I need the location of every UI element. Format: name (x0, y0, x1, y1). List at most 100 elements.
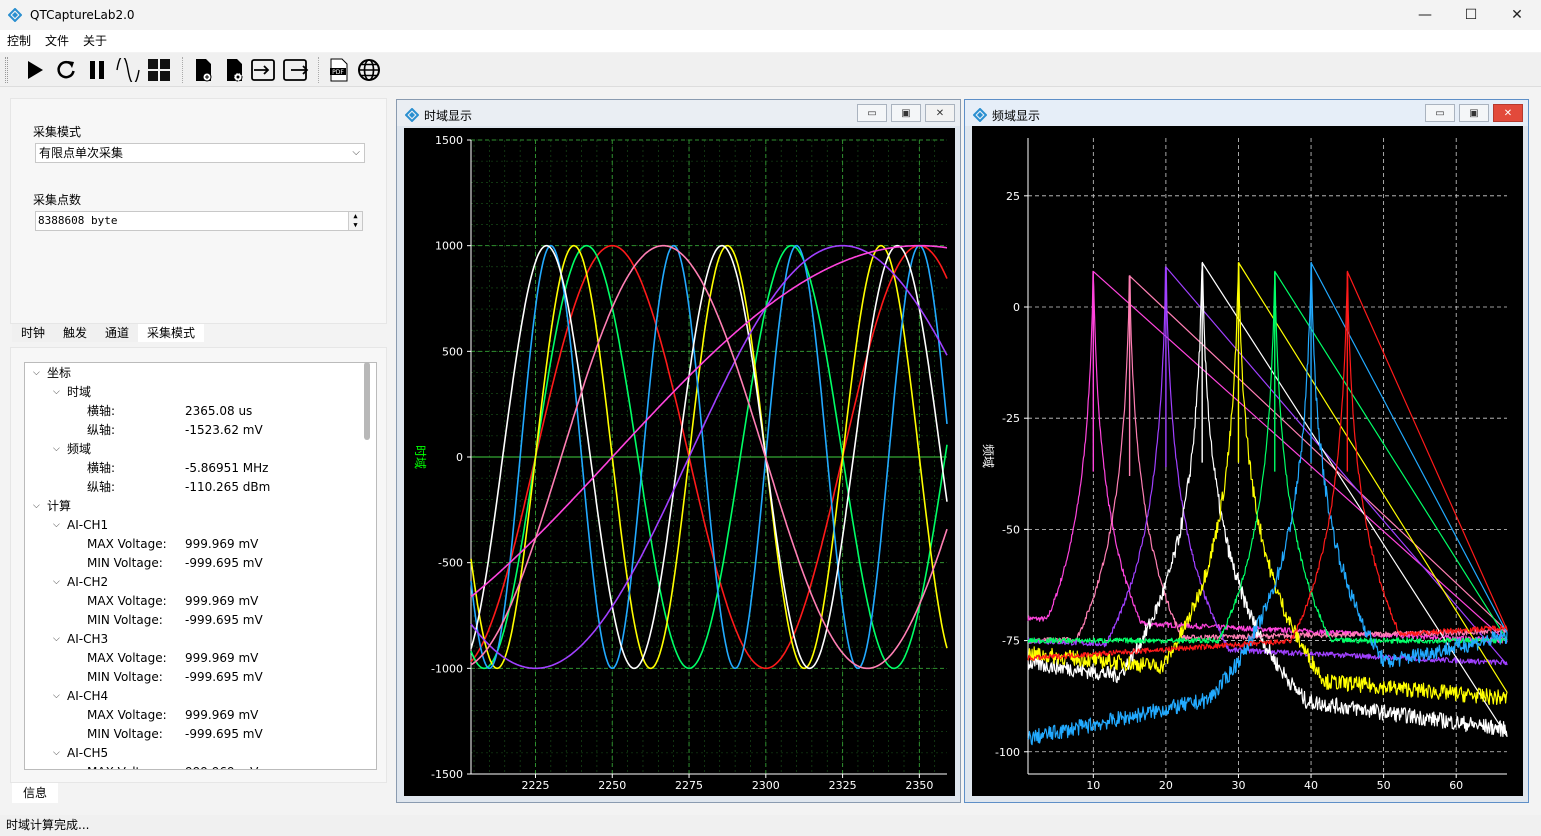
export-button[interactable] (283, 57, 309, 83)
y-tick-label: 500 (442, 345, 463, 358)
acquire-points-spinbox[interactable]: 8388608 byte ▲ ▼ (35, 211, 363, 231)
acquire-mode-value: 有限点单次采集 (39, 146, 124, 160)
tree-node[interactable]: AI-CH2 (67, 573, 108, 592)
chevron-down-icon[interactable]: ⌵ (53, 748, 60, 758)
new-config-button[interactable] (221, 57, 247, 83)
waveform-button[interactable] (115, 57, 141, 83)
sine-wave-icon (116, 58, 140, 82)
y-tick-label: 0 (456, 451, 463, 464)
menu-bar: 控制 文件 关于 (0, 30, 1541, 52)
spectrum-line-ch2 (1027, 275, 1508, 644)
tree-item-label[interactable]: MAX Voltage: (87, 706, 167, 725)
status-text: 时域计算完成... (6, 818, 90, 832)
chevron-down-icon[interactable]: ⌵ (33, 501, 40, 511)
app-icon (8, 8, 22, 22)
tree-item-value: -999.695 mV (185, 727, 263, 741)
close-button[interactable]: ✕ (1494, 0, 1540, 30)
layout-button[interactable] (146, 57, 172, 83)
tree-item-value: -999.695 mV (185, 556, 263, 570)
x-tick-label: 50 (1377, 779, 1391, 792)
freq-domain-window: 频域显示 ▭ ▣ ✕ 25 0 -25 -50 -75 -100 10 20 30 40 50 60 频… (964, 99, 1529, 803)
tab-trigger[interactable]: 触发 (54, 324, 97, 342)
chevron-down-icon[interactable]: ⌵ (53, 691, 60, 701)
chevron-down-icon[interactable]: ⌵ (53, 444, 60, 454)
tree-item-label[interactable]: MIN Voltage: (87, 725, 163, 744)
spin-up-icon[interactable]: ▲ (349, 212, 362, 221)
tab-acquire-mode[interactable]: 采集模式 (138, 324, 205, 342)
chevron-down-icon[interactable]: ⌵ (53, 387, 60, 397)
tree-item-label[interactable]: MIN Voltage: (87, 554, 163, 573)
tree-node[interactable]: 计算 (47, 497, 71, 516)
chevron-down-icon[interactable]: ⌵ (53, 634, 60, 644)
tree-node[interactable]: 坐标 (47, 364, 71, 383)
tab-info[interactable]: 信息 (12, 783, 58, 803)
toolbar-grip[interactable] (5, 57, 8, 83)
tree-item-value: 2365.08 us (185, 404, 253, 418)
window-title: QTCaptureLab2.0 (30, 8, 135, 22)
tree-scrollbar[interactable] (364, 362, 370, 440)
import-button[interactable] (251, 57, 277, 83)
maximize-button[interactable]: ☐ (1448, 0, 1494, 30)
tree-node[interactable]: AI-CH3 (67, 630, 108, 649)
tree-item-value: -999.695 mV (185, 613, 263, 627)
tree-item-value: -5.86951 MHz (185, 461, 269, 475)
time-window-close-button[interactable]: ✕ (925, 104, 955, 122)
acquire-mode-select[interactable]: 有限点单次采集 ⌵ (35, 143, 365, 163)
x-tick-label: 2300 (752, 779, 780, 792)
tree-item-label[interactable]: MIN Voltage: (87, 668, 163, 687)
tree-item-label[interactable]: MAX Voltage: (87, 649, 167, 668)
menu-control[interactable]: 控制 (0, 30, 38, 52)
tree-item-value: -999.695 mV (185, 670, 263, 684)
freq-window-restore-button[interactable]: ▣ (1459, 104, 1489, 122)
tree-node[interactable]: AI-CH4 (67, 687, 108, 706)
tab-clock[interactable]: 时钟 (12, 324, 55, 342)
spectrum-line-ch1 (1027, 270, 1508, 644)
minimize-button[interactable]: — (1402, 0, 1448, 30)
tree-item-label[interactable]: MAX Voltage: (87, 535, 167, 554)
tab-channel[interactable]: 通道 (96, 324, 139, 342)
freq-domain-chart[interactable]: 25 0 -25 -50 -75 -100 10 20 30 40 50 60 频域 (972, 126, 1523, 796)
chevron-down-icon[interactable]: ⌵ (53, 577, 60, 587)
refresh-button[interactable] (53, 57, 79, 83)
freq-window-minimize-button[interactable]: ▭ (1425, 104, 1455, 122)
menu-about[interactable]: 关于 (76, 30, 114, 52)
export-icon (283, 59, 309, 81)
tree-node[interactable]: AI-CH1 (67, 516, 108, 535)
time-window-minimize-button[interactable]: ▭ (857, 104, 887, 122)
menu-file[interactable]: 文件 (38, 30, 76, 52)
freq-domain-plot[interactable]: 25 0 -25 -50 -75 -100 10 20 30 40 50 60 频域 (972, 126, 1523, 796)
freq-window-titlebar[interactable]: 频域显示 ▭ ▣ ✕ (965, 100, 1528, 126)
time-window-titlebar[interactable]: 时域显示 ▭ ▣ ✕ (397, 100, 960, 126)
tree-item-label[interactable]: 横轴: (87, 459, 115, 478)
info-tree[interactable]: ⌵ 坐标 ⌵ 时域 横轴: 2365.08 us 纵轴: -1523.62 mV ⌵ 频域 横轴: -… (24, 362, 377, 770)
pause-icon (90, 61, 104, 79)
tree-item-label[interactable]: MAX Volt... (87, 763, 152, 769)
play-button[interactable] (22, 57, 48, 83)
freq-window-close-button[interactable]: ✕ (1493, 104, 1523, 122)
tree-item-label[interactable]: 纵轴: (87, 421, 115, 440)
chevron-down-icon[interactable]: ⌵ (33, 368, 40, 378)
time-window-title: 时域显示 (424, 109, 473, 123)
chevron-down-icon[interactable]: ⌵ (53, 520, 60, 530)
web-button[interactable] (356, 57, 382, 83)
tree-item-label[interactable]: 纵轴: (87, 478, 115, 497)
new-file-button[interactable] (190, 57, 216, 83)
time-window-restore-button[interactable]: ▣ (891, 104, 921, 122)
tree-item-label[interactable]: 横轴: (87, 402, 115, 421)
tree-item-label[interactable]: MIN Voltage: (87, 611, 163, 630)
tree-node[interactable]: 时域 (67, 383, 91, 402)
tree-node[interactable]: AI-CH5 (67, 744, 108, 763)
y-tick-label: 1500 (435, 134, 463, 147)
time-domain-chart[interactable]: -1500 -1000 -500 0 500 1000 1500 2225 2250 2275 23… (404, 128, 955, 796)
tree-item-label[interactable]: MAX Voltage: (87, 592, 167, 611)
time-domain-plot[interactable]: -1500 -1000 -500 0 500 1000 1500 2225 2250 2275 23… (404, 128, 955, 796)
x-tick-label: 2225 (521, 779, 549, 792)
y-tick-label: -25 (1002, 412, 1020, 425)
pdf-button[interactable]: PDF (326, 57, 352, 83)
x-tick-label: 20 (1159, 779, 1173, 792)
pause-button[interactable] (84, 57, 110, 83)
spin-buttons[interactable]: ▲ ▼ (348, 212, 362, 230)
tree-node[interactable]: 频域 (67, 440, 91, 459)
spin-down-icon[interactable]: ▼ (349, 221, 362, 230)
x-tick-label: 60 (1449, 779, 1463, 792)
